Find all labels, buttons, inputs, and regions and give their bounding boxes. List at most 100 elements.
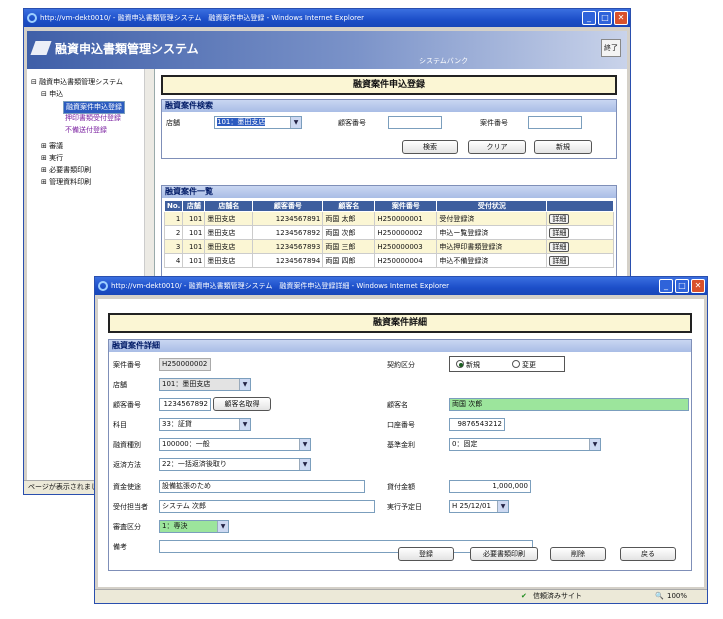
- case-list-table: No. 店舗 店舗名 顧客番号 顧客名 案件番号 受付状況 1 101 墨田支店…: [163, 200, 614, 268]
- tree-group-apply[interactable]: ⊟ 申込: [41, 89, 63, 99]
- chevron-down-icon: ▼: [589, 439, 600, 450]
- new-button[interactable]: 新規: [534, 140, 592, 154]
- fund-purpose-field[interactable]: 設備拡張のため: [159, 480, 365, 493]
- branch-label: 店舗: [113, 381, 127, 389]
- review-type-select[interactable]: 1：専決 ▼: [159, 520, 229, 533]
- back-window-title: http://vm-dekt0010/ - 融資申込書類管理システム 融資案件申…: [40, 14, 365, 22]
- zoom-level[interactable]: 100%: [667, 590, 687, 603]
- staff-field[interactable]: システム 次郎: [159, 500, 375, 513]
- case-list-panel: 融資案件一覧 No. 店舗 店舗名 顧客番号 顧客名 案件番号 受付状況 1 1…: [161, 185, 617, 281]
- ie-icon: [27, 13, 37, 23]
- table-row[interactable]: 3 101 墨田支店 1234567893 両国 三郎 H250000003 申…: [163, 239, 614, 254]
- exit-button[interactable]: 終了: [601, 39, 621, 57]
- clear-button[interactable]: クリア: [468, 140, 526, 154]
- radio-new[interactable]: 新規: [456, 360, 480, 370]
- loan-type-select[interactable]: 100000：一般 ▼: [159, 438, 311, 451]
- detail-button[interactable]: 詳細: [549, 227, 570, 238]
- case-no-field: H250000002: [159, 358, 211, 371]
- tree-group-execute[interactable]: ⊞ 実行: [41, 153, 63, 163]
- loan-amount-field[interactable]: 1,000,000: [449, 480, 531, 493]
- tree-group-review[interactable]: ⊞ 審議: [41, 141, 63, 151]
- col-customer-name: 顧客名: [322, 200, 376, 212]
- tree-group-admin-print[interactable]: ⊞ 管理資料印刷: [41, 177, 91, 187]
- radio-selected-icon: [456, 360, 464, 368]
- back-button[interactable]: 戻る: [620, 547, 676, 561]
- radio-unselected-icon: [512, 360, 520, 368]
- get-customer-name-button[interactable]: 顧客名取得: [213, 397, 271, 411]
- front-window-client: 融資案件詳細 融資案件詳細 案件番号 H250000002 契約区分 新規 変更…: [98, 299, 704, 587]
- table-header-row: No. 店舗 店舗名 顧客番号 顧客名 案件番号 受付状況: [163, 200, 614, 212]
- account-no-field[interactable]: 9876543212: [449, 418, 505, 431]
- branch-label: 店舗: [166, 119, 180, 127]
- col-customer-no: 顧客番号: [252, 200, 324, 212]
- customer-no-input[interactable]: [388, 116, 442, 129]
- app-name: 融資申込書類管理システム: [55, 42, 199, 56]
- close-icon[interactable]: ✕: [614, 11, 628, 25]
- col-case-no: 案件番号: [374, 200, 438, 212]
- logo-icon: [30, 41, 52, 55]
- search-panel: 融資案件検索 店舗 101：墨田支店 ▼ 顧客番号 案件番号 検索 クリア 新規: [161, 99, 617, 159]
- repay-method-label: 返済方法: [113, 461, 141, 469]
- front-statusbar: ✔ 信頼済みサイト 🔍 100%: [95, 589, 707, 603]
- col-action: [546, 200, 614, 212]
- repay-method-select[interactable]: 22：一括返済後取り ▼: [159, 458, 311, 471]
- contract-type-radio-group: 新規 変更: [449, 356, 565, 372]
- loan-amount-label: 貸付金額: [387, 483, 415, 491]
- bank-label: システムバンク: [419, 57, 469, 65]
- zoom-icon[interactable]: 🔍: [655, 590, 664, 603]
- delete-button[interactable]: 削除: [550, 547, 606, 561]
- chevron-down-icon: ▼: [299, 439, 310, 450]
- contract-type-label: 契約区分: [387, 361, 415, 369]
- exec-date-select[interactable]: H 25/12/01 ▼: [449, 500, 509, 513]
- chevron-down-icon: ▼: [497, 501, 508, 512]
- page-title: 融資案件申込登録: [161, 75, 617, 95]
- customer-no-label: 顧客番号: [113, 401, 141, 409]
- minimize-icon[interactable]: _: [659, 279, 673, 293]
- remarks-label: 備考: [113, 543, 127, 551]
- chevron-down-icon: ▼: [239, 379, 250, 390]
- chevron-down-icon: ▼: [217, 521, 228, 532]
- subject-select[interactable]: 33：証貸 ▼: [159, 418, 251, 431]
- detail-page-title: 融資案件詳細: [108, 313, 692, 333]
- front-browser-window: http://vm-dekt0010/ - 融資申込書類管理システム 融資案件申…: [94, 276, 708, 604]
- subject-label: 科目: [113, 421, 127, 429]
- detail-button[interactable]: 詳細: [549, 213, 570, 224]
- print-docs-button[interactable]: 必要書類印刷: [470, 547, 538, 561]
- case-list-title: 融資案件一覧: [162, 186, 616, 198]
- account-no-label: 口座番号: [387, 421, 415, 429]
- ie-icon: [98, 281, 108, 291]
- base-rate-label: 基準金利: [387, 441, 415, 449]
- table-row[interactable]: 2 101 墨田支店 1234567892 両国 次郎 H250000002 申…: [163, 225, 614, 240]
- maximize-icon[interactable]: □: [598, 11, 612, 25]
- detail-button[interactable]: 詳細: [549, 255, 570, 266]
- chevron-down-icon: ▼: [239, 419, 250, 430]
- minimize-icon[interactable]: _: [582, 11, 596, 25]
- fund-purpose-label: 資金使途: [113, 483, 141, 491]
- front-window-title: http://vm-dekt0010/ - 融資申込書類管理システム 融資案件申…: [111, 282, 450, 290]
- table-row[interactable]: 1 101 墨田支店 1234567891 両国 太郎 H250000001 受…: [163, 211, 614, 226]
- detail-panel: 融資案件詳細 案件番号 H250000002 契約区分 新規 変更 店舗 101…: [108, 339, 692, 571]
- detail-button[interactable]: 詳細: [549, 241, 570, 252]
- tree-item-defect-send[interactable]: 不備送付登録: [65, 125, 107, 135]
- case-no-label: 案件番号: [113, 361, 141, 369]
- staff-label: 受付担当者: [113, 503, 148, 511]
- close-icon[interactable]: ✕: [691, 279, 705, 293]
- back-window-titlebar: http://vm-dekt0010/ - 融資申込書類管理システム 融資案件申…: [24, 9, 630, 27]
- app-banner: 融資申込書類管理システム システムバンク 終了: [27, 31, 627, 69]
- radio-change[interactable]: 変更: [512, 360, 536, 370]
- front-window-titlebar: http://vm-dekt0010/ - 融資申込書類管理システム 融資案件申…: [95, 277, 707, 295]
- branch-select[interactable]: 101：墨田支店 ▼: [214, 116, 302, 129]
- case-no-label: 案件番号: [480, 119, 508, 127]
- table-row[interactable]: 4 101 墨田支店 1234567894 両国 四郎 H250000004 申…: [163, 253, 614, 268]
- tree-item-seal-docs[interactable]: 押印書類受付登録: [65, 113, 121, 123]
- search-button[interactable]: 検索: [402, 140, 458, 154]
- register-button[interactable]: 登録: [398, 547, 454, 561]
- tree-root[interactable]: ⊟ 融資申込書類管理システム: [31, 77, 123, 87]
- tree-group-print-docs[interactable]: ⊞ 必要書類印刷: [41, 165, 91, 175]
- case-no-input[interactable]: [528, 116, 582, 129]
- customer-name-field[interactable]: 両国 次郎: [449, 398, 689, 411]
- customer-no-field[interactable]: 1234567892: [159, 398, 211, 411]
- chevron-down-icon: ▼: [299, 459, 310, 470]
- base-rate-select[interactable]: 0：固定 ▼: [449, 438, 601, 451]
- maximize-icon[interactable]: □: [675, 279, 689, 293]
